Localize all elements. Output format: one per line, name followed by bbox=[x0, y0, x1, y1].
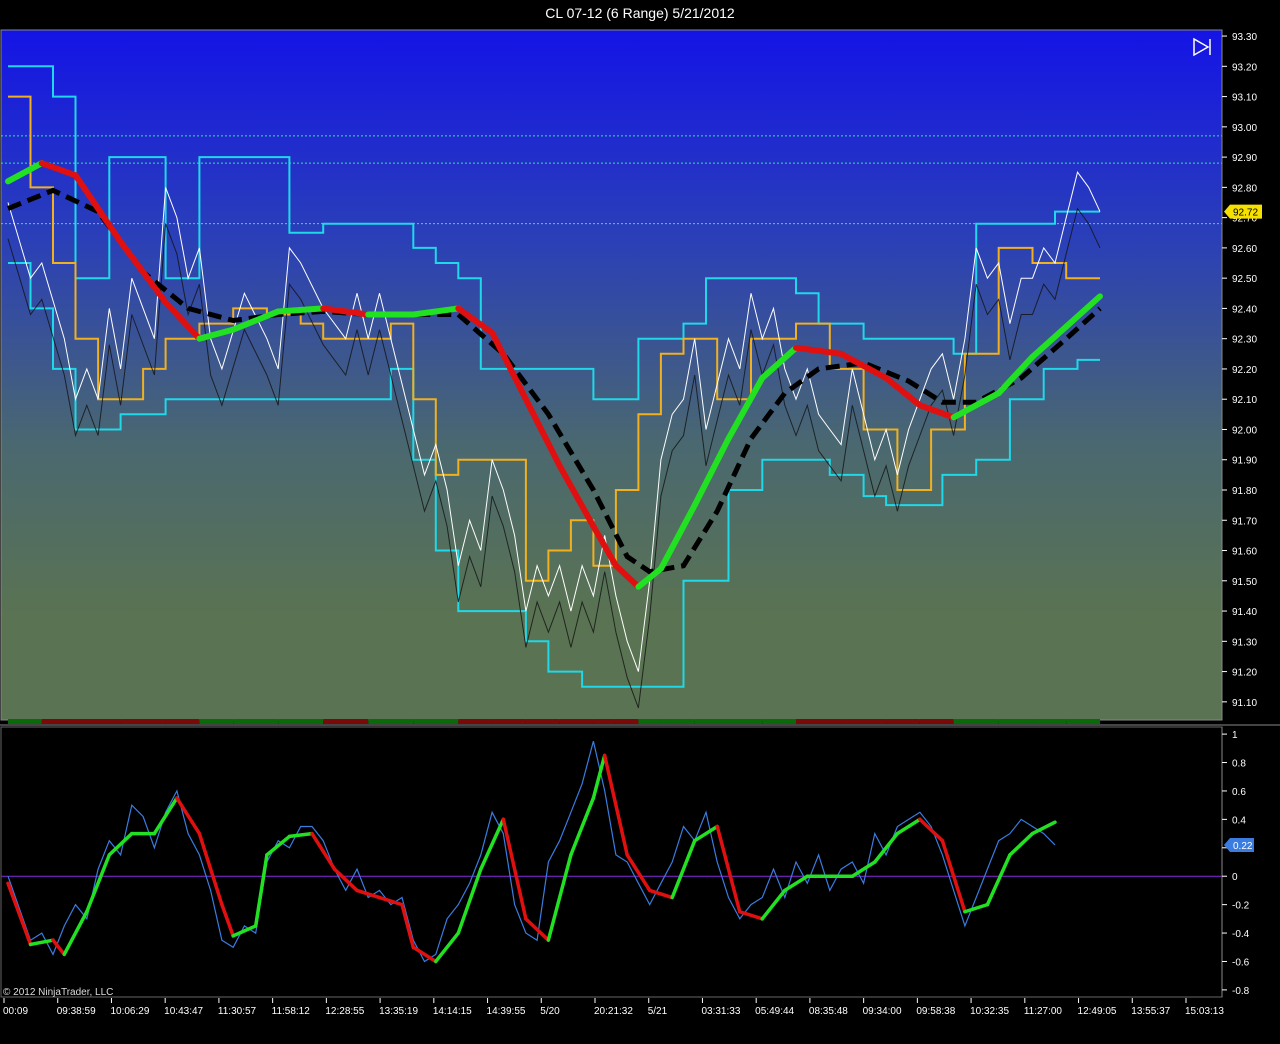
x-tick-label: 10:43:47 bbox=[164, 1006, 203, 1017]
osc-tick-label: -0.2 bbox=[1232, 901, 1250, 912]
x-tick-label: 13:55:37 bbox=[1131, 1006, 1170, 1017]
trend-line-segment bbox=[275, 305, 327, 315]
chart-canvas[interactable]: 93.3093.2093.1093.0092.9092.8092.7092.60… bbox=[0, 0, 1280, 1044]
x-tick-label: 20:21:32 bbox=[594, 1006, 633, 1017]
x-tick-label: 08:35:48 bbox=[809, 1006, 848, 1017]
x-tick-label: 05:49:44 bbox=[755, 1006, 794, 1017]
trend-strip-segment bbox=[278, 719, 324, 724]
osc-tick-label: -0.6 bbox=[1232, 957, 1250, 968]
trend-strip-segment bbox=[525, 719, 560, 724]
trend-strip-segment bbox=[41, 719, 76, 724]
price-tick-label: 91.60 bbox=[1232, 547, 1257, 558]
x-tick-label: 03:31:33 bbox=[701, 1006, 740, 1017]
price-tick-label: 92.50 bbox=[1232, 274, 1257, 285]
osc-tick-label: 1 bbox=[1232, 730, 1238, 741]
osc-tick-label: -0.4 bbox=[1232, 929, 1250, 940]
x-tick-label: 10:32:35 bbox=[970, 1006, 1009, 1017]
trend-strip-segment bbox=[694, 719, 729, 724]
trend-strip-segment bbox=[323, 719, 369, 724]
osc-tick-label: -0.8 bbox=[1232, 986, 1250, 997]
price-tick-label: 91.30 bbox=[1232, 637, 1257, 648]
price-tick-label: 92.90 bbox=[1232, 153, 1257, 164]
trend-strip-segment bbox=[886, 719, 920, 724]
x-tick-label: 12:28:55 bbox=[325, 1006, 364, 1017]
price-tick-label: 93.30 bbox=[1232, 32, 1257, 43]
osc-tick-label: 0.8 bbox=[1232, 759, 1246, 770]
price-tick-label: 92.80 bbox=[1232, 183, 1257, 194]
price-tick-label: 93.00 bbox=[1232, 123, 1257, 134]
trend-strip-segment bbox=[413, 719, 459, 724]
price-tick-label: 92.30 bbox=[1232, 335, 1257, 346]
trend-strip-segment bbox=[559, 719, 594, 724]
price-tick-label: 91.10 bbox=[1232, 698, 1257, 709]
price-tick-label: 91.20 bbox=[1232, 668, 1257, 679]
trend-strip-segment bbox=[1032, 719, 1067, 724]
trend-strip-segment bbox=[919, 719, 954, 724]
last-oscillator-label: 0.22 bbox=[1233, 841, 1253, 852]
x-tick-label: 5/21 bbox=[648, 1006, 668, 1017]
x-tick-label: 11:30:57 bbox=[218, 1006, 257, 1017]
osc-tick-label: 0 bbox=[1232, 872, 1238, 883]
price-tick-label: 91.50 bbox=[1232, 577, 1257, 588]
x-tick-label: 00:09 bbox=[3, 1006, 28, 1017]
price-tick-label: 91.80 bbox=[1232, 486, 1257, 497]
x-tick-label: 10:06:29 bbox=[110, 1006, 149, 1017]
trend-strip-segment bbox=[165, 719, 200, 724]
trend-strip-segment bbox=[199, 719, 234, 724]
x-tick-label: 14:39:55 bbox=[487, 1006, 526, 1017]
trend-strip-segment bbox=[615, 719, 639, 724]
trend-strip-segment bbox=[1066, 719, 1100, 724]
price-panel-background bbox=[1, 30, 1222, 720]
last-price-label: 92.72 bbox=[1233, 208, 1258, 219]
trend-strip-segment bbox=[660, 719, 695, 724]
trend-strip-segment bbox=[762, 719, 797, 724]
x-tick-label: 12:49:05 bbox=[1078, 1006, 1117, 1017]
osc-tick-label: 0.4 bbox=[1232, 815, 1246, 826]
x-tick-label: 5/20 bbox=[540, 1006, 560, 1017]
trend-strip-segment bbox=[492, 719, 526, 724]
trend-strip-segment bbox=[998, 719, 1033, 724]
trend-strip-segment bbox=[458, 719, 493, 724]
price-tick-label: 91.70 bbox=[1232, 516, 1257, 527]
price-tick-label: 91.40 bbox=[1232, 607, 1257, 618]
trend-color-strip bbox=[8, 719, 1100, 724]
x-tick-label: 14:14:15 bbox=[433, 1006, 472, 1017]
x-tick-label: 09:34:00 bbox=[863, 1006, 902, 1017]
x-tick-label: 09:58:38 bbox=[916, 1006, 955, 1017]
trend-strip-segment bbox=[638, 719, 661, 724]
price-tick-label: 93.20 bbox=[1232, 62, 1257, 73]
chart-window: CL 07-12 (6 Range) 5/21/2012 93.30 93.20 9… bbox=[0, 0, 1280, 1044]
trend-strip-segment bbox=[593, 719, 616, 724]
trend-strip-segment bbox=[841, 719, 887, 724]
x-tick-label: 15:03:13 bbox=[1185, 1006, 1224, 1017]
x-tick-label: 11:58:12 bbox=[272, 1006, 311, 1017]
price-tick-label: 92.40 bbox=[1232, 304, 1257, 315]
price-tick-label: 92.60 bbox=[1232, 244, 1257, 255]
trend-strip-segment bbox=[368, 719, 414, 724]
trend-strip-segment bbox=[796, 719, 842, 724]
osc-tick-label: 0.6 bbox=[1232, 787, 1246, 798]
price-tick-label: 91.90 bbox=[1232, 456, 1257, 467]
trend-strip-segment bbox=[953, 719, 999, 724]
oscillator-panel-background bbox=[0, 726, 1223, 998]
trend-strip-segment bbox=[120, 719, 166, 724]
x-tick-label: 13:35:19 bbox=[379, 1006, 418, 1017]
trend-strip-segment bbox=[8, 719, 42, 724]
price-tick-label: 92.00 bbox=[1232, 425, 1257, 436]
trend-strip-segment bbox=[233, 719, 279, 724]
x-tick-label: 09:38:59 bbox=[57, 1006, 96, 1017]
price-tick-label: 93.10 bbox=[1232, 93, 1257, 104]
copyright-text: © 2012 NinjaTrader, LLC bbox=[3, 987, 113, 998]
price-tick-label: 92.20 bbox=[1232, 365, 1257, 376]
trend-strip-segment bbox=[728, 719, 763, 724]
x-tick-label: 11:27:00 bbox=[1024, 1006, 1063, 1017]
price-tick-label: 92.10 bbox=[1232, 395, 1257, 406]
trend-strip-segment bbox=[75, 719, 121, 724]
